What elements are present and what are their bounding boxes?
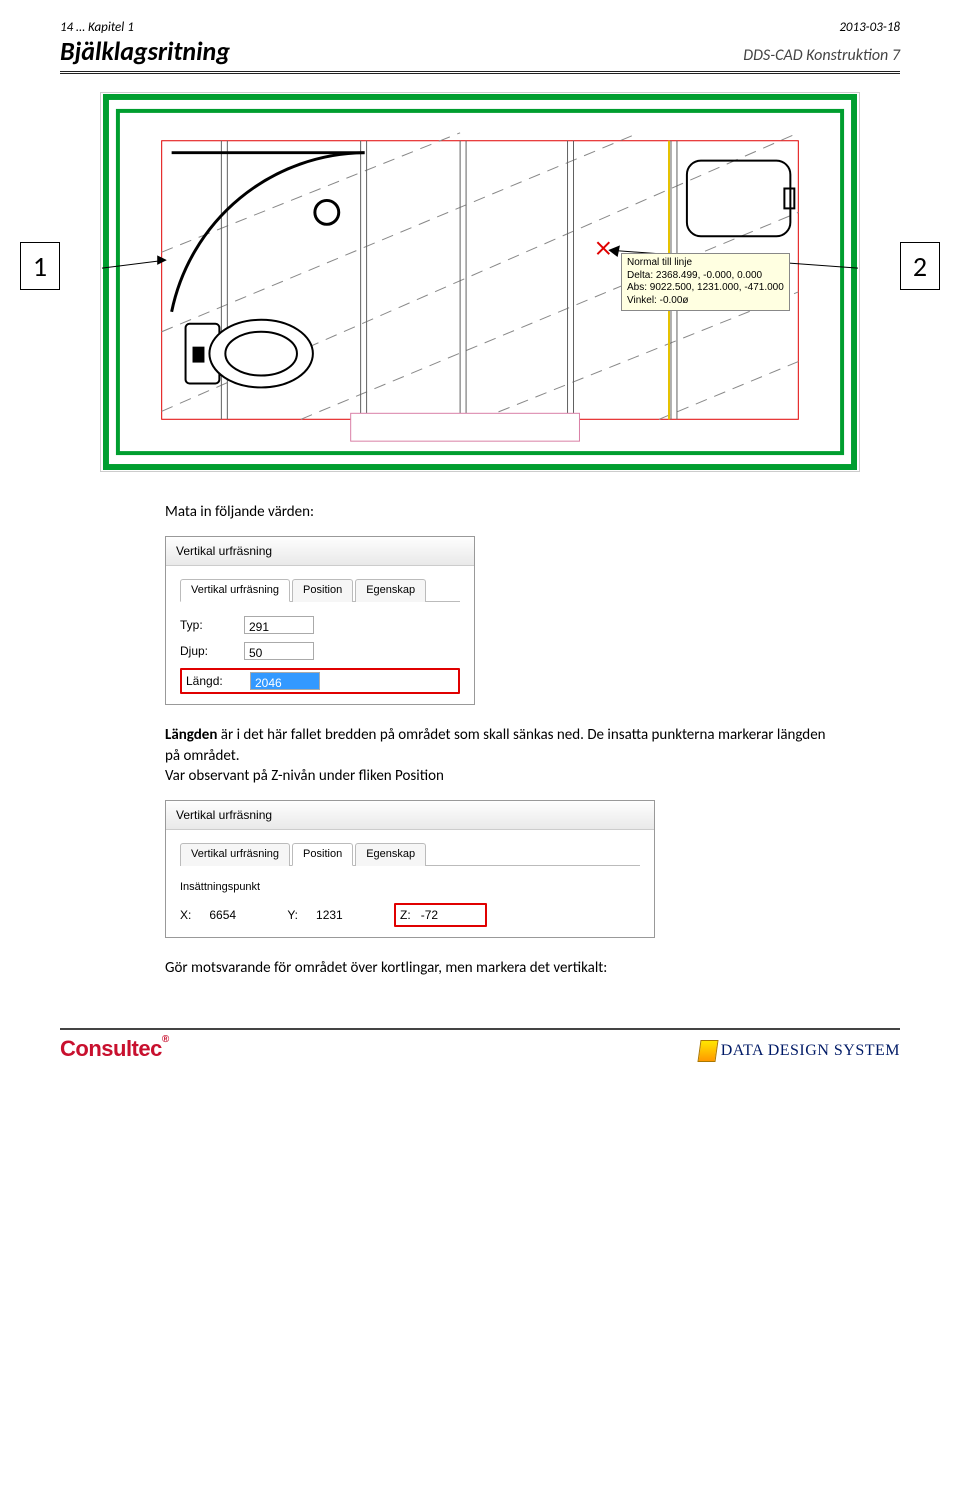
tab-egenskap[interactable]: Egenskap (355, 579, 426, 602)
group-insattningspunkt: Insättningspunkt (180, 880, 640, 895)
dialog-vertikal-urfrasning-2: Vertikal urfräsning Vertikal urfräsning … (165, 800, 655, 938)
row-typ: Typ: 291 (180, 616, 460, 634)
logo-dds-text: DATA DESIGN SYSTEM (721, 1042, 900, 1060)
highlight-z: Z: -72 (394, 903, 487, 927)
dialog-vertikal-urfrasning-1: Vertikal urfräsning Vertikal urfräsning … (165, 536, 475, 705)
tab-vertikal-urfrasning[interactable]: Vertikal urfräsning (180, 579, 290, 602)
tab-egenskap-2[interactable]: Egenskap (355, 843, 426, 866)
label-langd: Längd: (186, 673, 242, 689)
tooltip-line-2: Delta: 2368.499, -0.000, 0.000 (627, 270, 784, 283)
input-y[interactable]: 1231 (316, 907, 376, 923)
header-row-1: 14 … Kapitel 1 2013-03-18 (60, 20, 900, 35)
input-typ[interactable]: 291 (244, 616, 314, 634)
label-x: X: (180, 907, 191, 923)
highlight-langd: Längd: 2046 (180, 668, 460, 694)
label-djup: Djup: (180, 643, 236, 659)
header-date: 2013-03-18 (839, 20, 900, 35)
xyz-row: X: 6654 Y: 1231 Z: -72 (180, 903, 640, 927)
callout-2: 2 (900, 242, 940, 290)
langden-paragraph: Längden är i det här fallet bredden på o… (165, 725, 840, 786)
label-y: Y: (287, 907, 298, 923)
logo-consultec-text: Consultec (60, 1036, 162, 1061)
callout-1: 1 (20, 242, 60, 290)
tooltip-line-3: Abs: 9022.500, 1231.000, -471.000 (627, 282, 784, 295)
dialog-1-tabs: Vertikal urfräsning Position Egenskap (180, 578, 460, 602)
label-z: Z: (400, 907, 411, 923)
tab-position-2[interactable]: Position (292, 843, 353, 866)
label-typ: Typ: (180, 617, 236, 633)
dds-icon (697, 1040, 718, 1062)
tooltip-line-1: Normal till linje (627, 257, 784, 270)
page-footer: Consultec® DATA DESIGN SYSTEM (60, 1028, 900, 1062)
cad-viewport: Normal till linje Delta: 2368.499, -0.00… (100, 92, 860, 472)
header-row-2: Bjälklagsritning DDS-CAD Konstruktion 7 (60, 35, 900, 74)
page: 14 … Kapitel 1 2013-03-18 Bjälklagsritni… (0, 0, 960, 1102)
dialog-2-tabs: Vertikal urfräsning Position Egenskap (180, 842, 640, 866)
input-z[interactable]: -72 (421, 907, 481, 923)
dialog-1-title: Vertikal urfräsning (166, 537, 474, 566)
closing-text: Gör motsvarande för området över kortlin… (165, 958, 840, 978)
z-note: Var observant på Z-nivån under fliken Po… (165, 767, 444, 785)
input-djup[interactable]: 50 (244, 642, 314, 660)
intro-text: Mata in följande värden: (165, 502, 840, 522)
dialog-2-title: Vertikal urfräsning (166, 801, 654, 830)
logo-consultec: Consultec® (60, 1036, 169, 1062)
langden-bold: Längden (165, 726, 217, 744)
registered-mark: ® (162, 1034, 169, 1045)
header-chapter: 14 … Kapitel 1 (60, 20, 134, 35)
header-product: DDS-CAD Konstruktion 7 (743, 46, 900, 65)
tooltip-line-4: Vinkel: -0.00ø (627, 295, 784, 308)
figure-cad-plan: 1 2 (20, 92, 940, 472)
tab-vertikal-urfrasning-2[interactable]: Vertikal urfräsning (180, 843, 290, 866)
snap-tooltip: Normal till linje Delta: 2368.499, -0.00… (621, 253, 790, 311)
input-langd[interactable]: 2046 (250, 672, 320, 690)
input-x[interactable]: 6654 (209, 907, 269, 923)
body-text: Mata in följande värden: Vertikal urfräs… (165, 502, 840, 978)
row-djup: Djup: 50 (180, 642, 460, 660)
tab-position[interactable]: Position (292, 579, 353, 602)
page-title: Bjälklagsritning (60, 35, 230, 67)
langden-rest: är i det här fallet bredden på området s… (165, 726, 826, 764)
logo-data-design-system: DATA DESIGN SYSTEM (699, 1040, 900, 1062)
